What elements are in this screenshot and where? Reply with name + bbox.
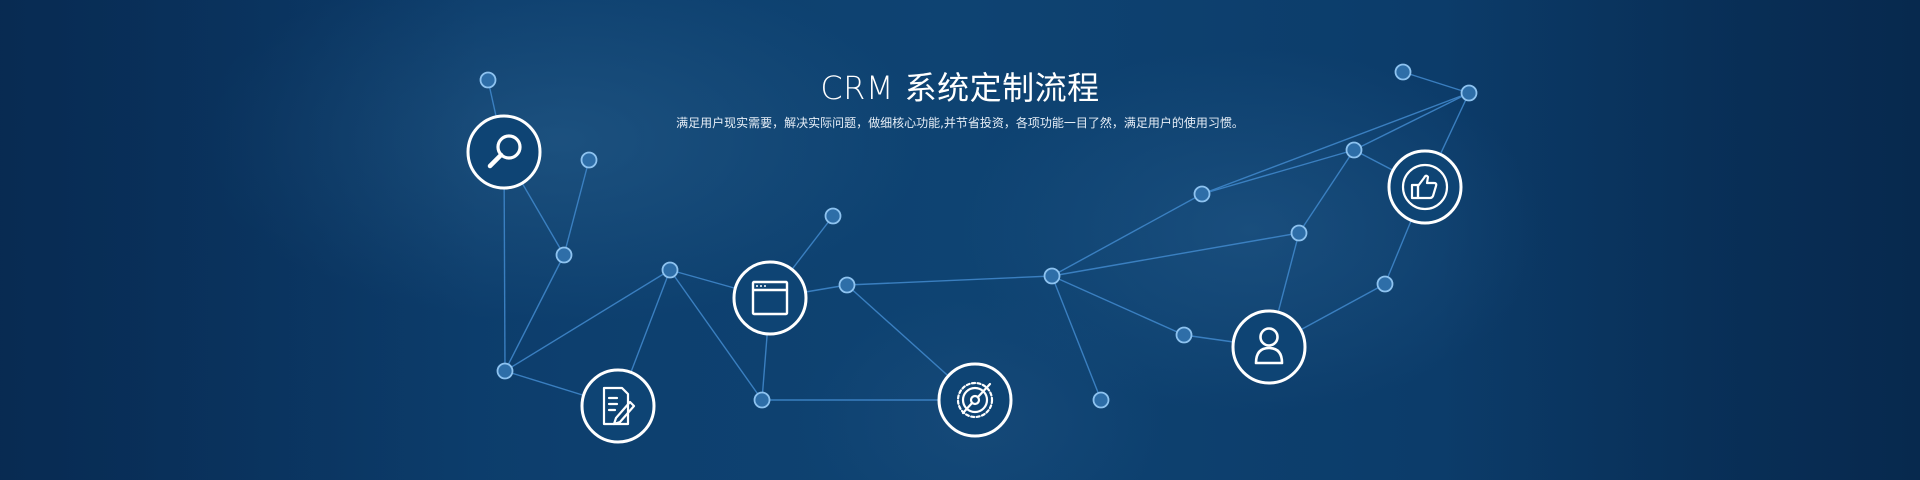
network-node [1290, 224, 1308, 242]
network-node [1175, 326, 1193, 344]
network-node [824, 207, 842, 225]
network-node [496, 362, 514, 380]
network-node [555, 246, 573, 264]
network-node [1345, 141, 1363, 159]
step-circle [1387, 149, 1463, 225]
network-node [1043, 267, 1061, 285]
step-gear [937, 362, 1013, 438]
network-node [661, 261, 679, 279]
network-node [838, 276, 856, 294]
step-thumbs-up [1387, 149, 1463, 225]
network-node [1193, 185, 1211, 203]
step-circle [580, 368, 656, 444]
page-subtitle: 满足用户现实需要，解决实际问题，做细核心功能,并节省投资，各项功能一目了然，满足… [676, 116, 1244, 130]
step-user [1231, 309, 1307, 385]
step-window [732, 260, 808, 336]
step-document [580, 368, 656, 444]
network-node [1092, 391, 1110, 409]
crm-process-banner: CRM 系统定制流程 满足用户现实需要，解决实际问题，做细核心功能,并节省投资，… [0, 0, 1920, 480]
step-circle [937, 362, 1013, 438]
page-title: CRM 系统定制流程 [820, 69, 1100, 107]
network-node [580, 151, 598, 169]
network-node [753, 391, 771, 409]
network-node [1376, 275, 1394, 293]
step-circle [732, 260, 808, 336]
